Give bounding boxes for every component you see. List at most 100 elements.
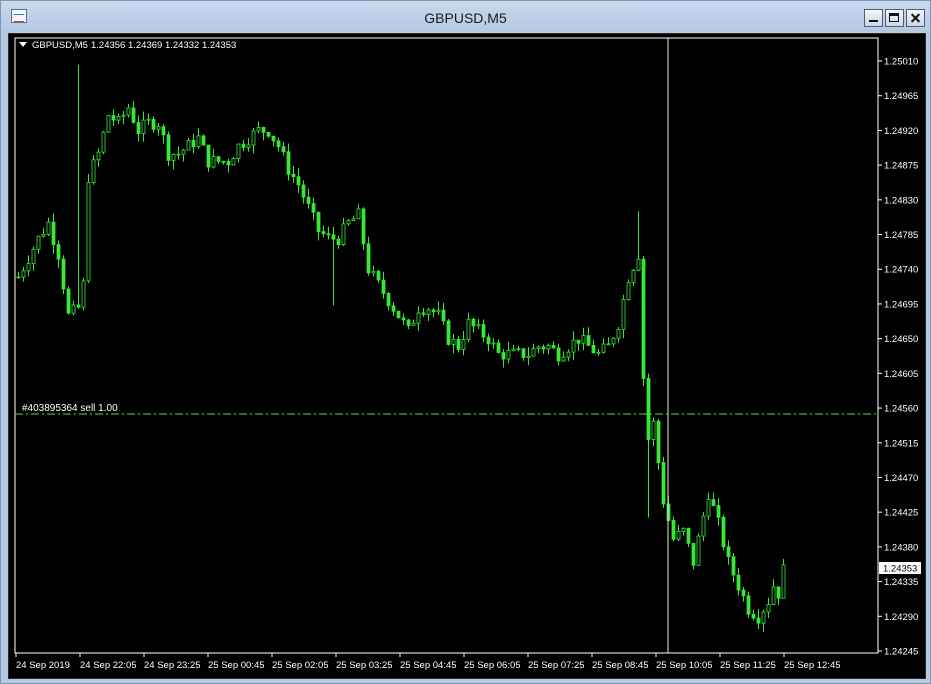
candle-body [441, 309, 446, 322]
chart-menu-icon[interactable] [19, 42, 27, 47]
candle-body [406, 319, 411, 326]
time-tick-label: 24 Sep 23:25 [144, 660, 201, 671]
candle-body [136, 122, 141, 134]
candle-body [186, 139, 191, 151]
candle-body [271, 135, 276, 142]
candle-body [566, 351, 571, 358]
candle-body [751, 613, 756, 619]
candle-body [321, 231, 326, 235]
candle-body [76, 304, 81, 308]
candle-body [646, 378, 651, 440]
candle-body [181, 149, 186, 155]
candle-body [446, 320, 451, 345]
close-button[interactable] [906, 9, 925, 27]
order-label: #403895364 sell 1.00 [22, 403, 118, 414]
candle-body [626, 282, 631, 301]
candle-body [116, 115, 121, 121]
candle-body [356, 208, 361, 220]
candle-body [296, 176, 301, 186]
candle-body [426, 309, 431, 315]
candle-body [376, 270, 381, 281]
candle-body [96, 151, 101, 161]
candle-body [191, 139, 196, 148]
candle-body [201, 135, 206, 146]
candle-body [581, 335, 586, 344]
candle-body [126, 107, 131, 116]
candle-body [556, 347, 561, 362]
candle-body [161, 126, 166, 136]
time-tick-label: 25 Sep 11:25 [720, 660, 776, 671]
candle-body [431, 309, 436, 313]
candle-body [681, 527, 686, 532]
candle-body [236, 143, 241, 159]
candle-body [506, 350, 511, 360]
price-tick-label: 1.24425 [884, 508, 918, 519]
candle-body [736, 574, 741, 591]
title-bar[interactable]: GBPUSD,M5 [1, 1, 930, 33]
candle-body [486, 336, 491, 345]
candle-body [216, 156, 221, 162]
chart-canvas[interactable]: #403895364 sell 1.00 GBPUSD,M5 1.24356 1… [9, 34, 926, 679]
time-tick-label: 25 Sep 07:25 [528, 660, 585, 671]
candle-body [776, 586, 781, 599]
time-tick-label: 25 Sep 10:05 [656, 660, 713, 671]
time-tick-label: 25 Sep 03:25 [336, 660, 393, 671]
candle-body [536, 346, 541, 350]
candle-body [781, 564, 786, 599]
candle-body [421, 312, 426, 315]
candle-body [386, 293, 391, 307]
candle-body [81, 280, 86, 308]
time-axis[interactable]: 24 Sep 2019 24 Sep 22:05 24 Sep 23:25 25 Se… [15, 653, 841, 671]
candle-body [286, 151, 291, 175]
candle-body [771, 586, 776, 605]
candle-body [576, 339, 581, 344]
candle-body [661, 462, 666, 505]
price-chart[interactable]: #403895364 sell 1.00 GBPUSD,M5 1.24356 1… [8, 33, 926, 679]
candle-body [726, 546, 731, 558]
minimize-button[interactable] [864, 9, 883, 27]
candle-body [411, 322, 416, 326]
candle-body [471, 318, 476, 327]
price-tick-label: 1.24380 [884, 542, 918, 553]
time-tick-label: 25 Sep 00:45 [208, 660, 265, 671]
candle-body [476, 324, 481, 327]
header-symbol: GBPUSD,M5 [32, 40, 88, 51]
candle-body [176, 153, 181, 156]
candle-body [171, 153, 176, 161]
price-tick-label: 1.24740 [884, 265, 918, 276]
price-tick-label: 1.24965 [884, 91, 918, 102]
candle-body [636, 258, 641, 271]
candle-body [596, 351, 601, 354]
candle-body [291, 173, 296, 178]
candle-body [766, 604, 771, 613]
candle-body [516, 348, 521, 351]
candle-body [591, 344, 596, 354]
candle-body [541, 346, 546, 350]
candle-body [741, 589, 746, 597]
candle-body [511, 348, 516, 351]
maximize-button[interactable] [885, 9, 904, 27]
candle-body [691, 542, 696, 566]
candle-body [231, 158, 236, 166]
candle-body [66, 288, 71, 314]
candle-body [381, 279, 386, 294]
candle-body [416, 312, 421, 324]
current-price-label: 1.24353 [883, 564, 917, 575]
time-tick-label: 24 Sep 2019 [16, 660, 70, 671]
window-title: GBPUSD,M5 [424, 10, 507, 26]
candle-body [336, 238, 341, 246]
candle-body [651, 420, 656, 440]
price-tick-label: 1.24650 [884, 334, 918, 345]
candle-body [41, 233, 46, 237]
candle-body [346, 220, 351, 225]
candle-body [546, 344, 551, 350]
candle-body [551, 344, 556, 349]
candle-body [256, 126, 261, 132]
candle-body [631, 269, 636, 284]
candle-body [281, 146, 286, 153]
candle-body [316, 211, 321, 232]
candle-body [621, 299, 626, 330]
candle-body [16, 276, 21, 279]
candle-body [331, 234, 336, 240]
time-tick-label: 25 Sep 06:05 [464, 660, 521, 671]
